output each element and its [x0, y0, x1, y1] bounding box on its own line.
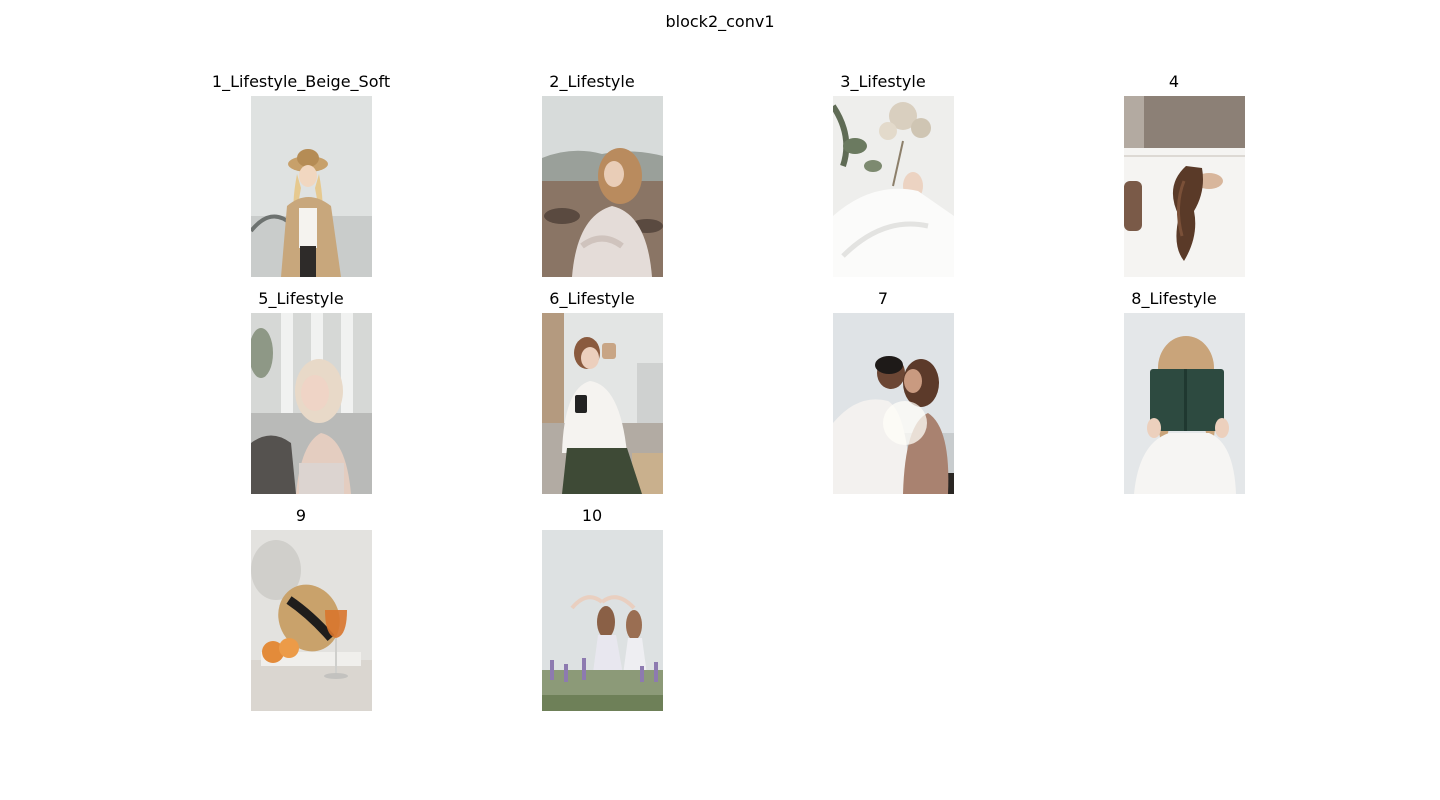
- image-label: 5_Lifestyle: [258, 289, 344, 308]
- image-thumbnail: [541, 313, 663, 494]
- image-thumbnail: [250, 313, 372, 494]
- image-thumbnail: [832, 96, 954, 277]
- image-label: 7: [877, 289, 889, 308]
- lifestyle-photo-7: [832, 313, 954, 494]
- image-label: 10: [581, 506, 603, 525]
- image-label: 8_Lifestyle: [1131, 289, 1217, 308]
- lifestyle-photo-1: [250, 96, 372, 277]
- lifestyle-photo-4: [1123, 96, 1245, 277]
- image-label: 2_Lifestyle: [549, 72, 635, 91]
- image-thumbnail: [250, 530, 372, 711]
- lifestyle-photo-9: [250, 530, 372, 711]
- figure-title: block2_conv1: [665, 12, 775, 31]
- image-thumbnail: [1123, 96, 1245, 277]
- image-thumbnail: [250, 96, 372, 277]
- lifestyle-photo-6: [541, 313, 663, 494]
- image-label: 6_Lifestyle: [549, 289, 635, 308]
- image-thumbnail: [832, 313, 954, 494]
- lifestyle-photo-5: [250, 313, 372, 494]
- image-label: 9: [295, 506, 307, 525]
- image-label: 4: [1168, 72, 1180, 91]
- image-thumbnail: [541, 530, 663, 711]
- lifestyle-photo-3: [832, 96, 954, 277]
- image-label: 1_Lifestyle_Beige_Soft: [211, 72, 391, 91]
- image-thumbnail: [541, 96, 663, 277]
- image-label: 3_Lifestyle: [840, 72, 926, 91]
- lifestyle-photo-2: [541, 96, 663, 277]
- lifestyle-photo-8: [1123, 313, 1245, 494]
- lifestyle-photo-10: [541, 530, 663, 711]
- image-thumbnail: [1123, 313, 1245, 494]
